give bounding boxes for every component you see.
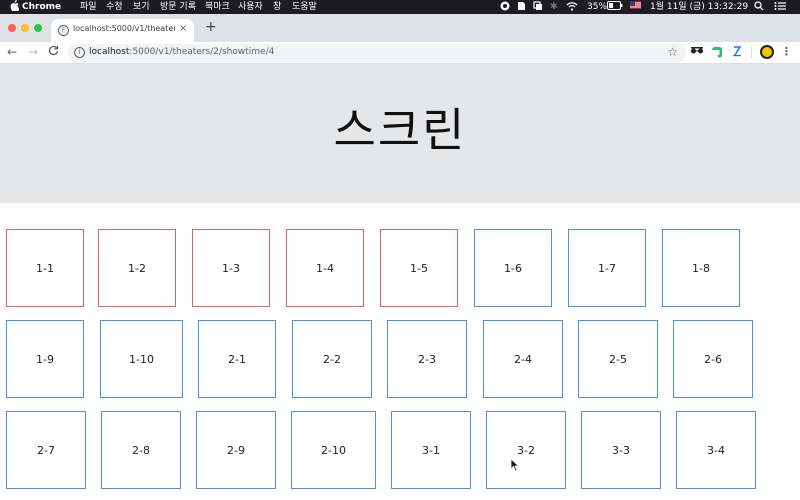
seat-button[interactable]: 1-9 [6,320,84,398]
page-content: 스크린 1-1 1-2 1-3 1-4 1-5 1-6 1-7 1-8 1-9 … [0,64,800,500]
wifi-icon[interactable] [566,1,578,15]
clock-datetime[interactable]: 1월 11일 (금) 13:32:29 [650,1,748,13]
chrome-menu-icon[interactable]: ⋮ [781,45,792,59]
url-host: localhost [89,47,130,57]
seat-button[interactable]: 2-9 [196,411,276,489]
browser-tab[interactable]: F localhost:5000/v1/theaters/2/s × [51,19,194,42]
tab-title: localhost:5000/v1/theaters/2/s [73,24,175,33]
seat-button[interactable]: 2-6 [673,320,753,398]
toolbar-separator [751,47,752,59]
macos-menu-bar: Chrome 파일 수정 보기 방문 기록 북마크 사용자 창 도움말 ✱ 35… [0,0,800,14]
seat-button[interactable]: 1-1 [6,229,84,307]
record-icon[interactable] [500,1,510,15]
seat-button[interactable]: 2-10 [291,411,376,489]
seat-button[interactable]: 2-5 [578,320,658,398]
menu-app-name[interactable]: Chrome [22,1,61,13]
seat-button[interactable]: 2-7 [6,411,86,489]
seat-button[interactable]: 2-8 [101,411,181,489]
us-flag-icon[interactable] [630,1,641,13]
copy-status-icon[interactable] [533,1,543,15]
evernote-status-icon[interactable] [516,1,526,15]
evernote-extension-icon[interactable] [710,45,724,59]
seat-button[interactable]: 1-6 [474,229,552,307]
menu-view[interactable]: 보기 [133,1,150,13]
seat-button[interactable]: 1-8 [662,229,740,307]
menu-window[interactable]: 창 [273,1,281,13]
site-info-icon[interactable]: i [74,47,85,58]
screen-title: 스크린 [333,103,467,157]
seat-button[interactable]: 2-3 [387,320,467,398]
tab-favicon-icon: F [58,25,69,36]
bluetooth-icon[interactable]: ✱ [550,1,558,13]
new-tab-button[interactable]: + [205,19,217,35]
browser-toolbar: ← → i localhost:5000/v1/theaters/2/showt… [0,42,800,64]
seat-button[interactable]: 3-2 [486,411,566,489]
forward-button[interactable]: → [28,45,38,59]
menu-file[interactable]: 파일 [80,1,97,13]
seat-button[interactable]: 1-4 [286,229,364,307]
profile-avatar[interactable] [760,45,774,59]
back-button[interactable]: ← [7,45,17,59]
apple-icon[interactable] [10,0,20,15]
menu-help[interactable]: 도움말 [292,1,317,13]
seat-button[interactable]: 1-2 [98,229,176,307]
bookmark-star-icon[interactable]: ☆ [667,45,678,59]
window-zoom-button[interactable] [34,24,42,32]
tab-close-icon[interactable]: × [179,23,187,34]
reload-button[interactable] [48,45,59,59]
battery-icon[interactable] [607,1,623,14]
screen-banner: 스크린 [0,64,800,203]
seat-button[interactable]: 1-7 [568,229,646,307]
seat-button[interactable]: 2-1 [198,320,276,398]
address-bar[interactable]: i localhost:5000/v1/theaters/2/showtime/… [68,44,686,62]
menu-people[interactable]: 사용자 [238,1,263,13]
url-path: :5000/v1/theaters/2/showtime/4 [129,47,275,57]
menu-history[interactable]: 방문 기록 [160,1,196,13]
seat-button[interactable]: 1-10 [100,320,183,398]
menu-bookmarks[interactable]: 북마크 [205,1,230,13]
window-minimize-button[interactable] [21,24,29,32]
seat-button[interactable]: 1-5 [380,229,458,307]
menu-edit[interactable]: 수정 [106,1,123,13]
seat-button[interactable]: 3-3 [581,411,661,489]
notification-center-icon[interactable] [774,1,786,15]
seat-button[interactable]: 2-2 [292,320,372,398]
seat-button[interactable]: 1-3 [192,229,270,307]
seat-button[interactable]: 3-1 [391,411,471,489]
window-close-button[interactable] [8,24,16,32]
translate-extension-icon[interactable] [731,45,743,59]
incognito-glasses-extension-icon[interactable] [690,45,704,59]
spotlight-search-icon[interactable] [754,1,764,15]
seat-button[interactable]: 3-4 [676,411,756,489]
seat-button[interactable]: 2-4 [483,320,563,398]
browser-tab-strip: F localhost:5000/v1/theaters/2/s × + [0,14,800,42]
mouse-pointer-icon [510,458,520,472]
battery-percent: 35% [587,2,608,12]
address-url[interactable]: localhost:5000/v1/theaters/2/showtime/4 [89,47,274,57]
